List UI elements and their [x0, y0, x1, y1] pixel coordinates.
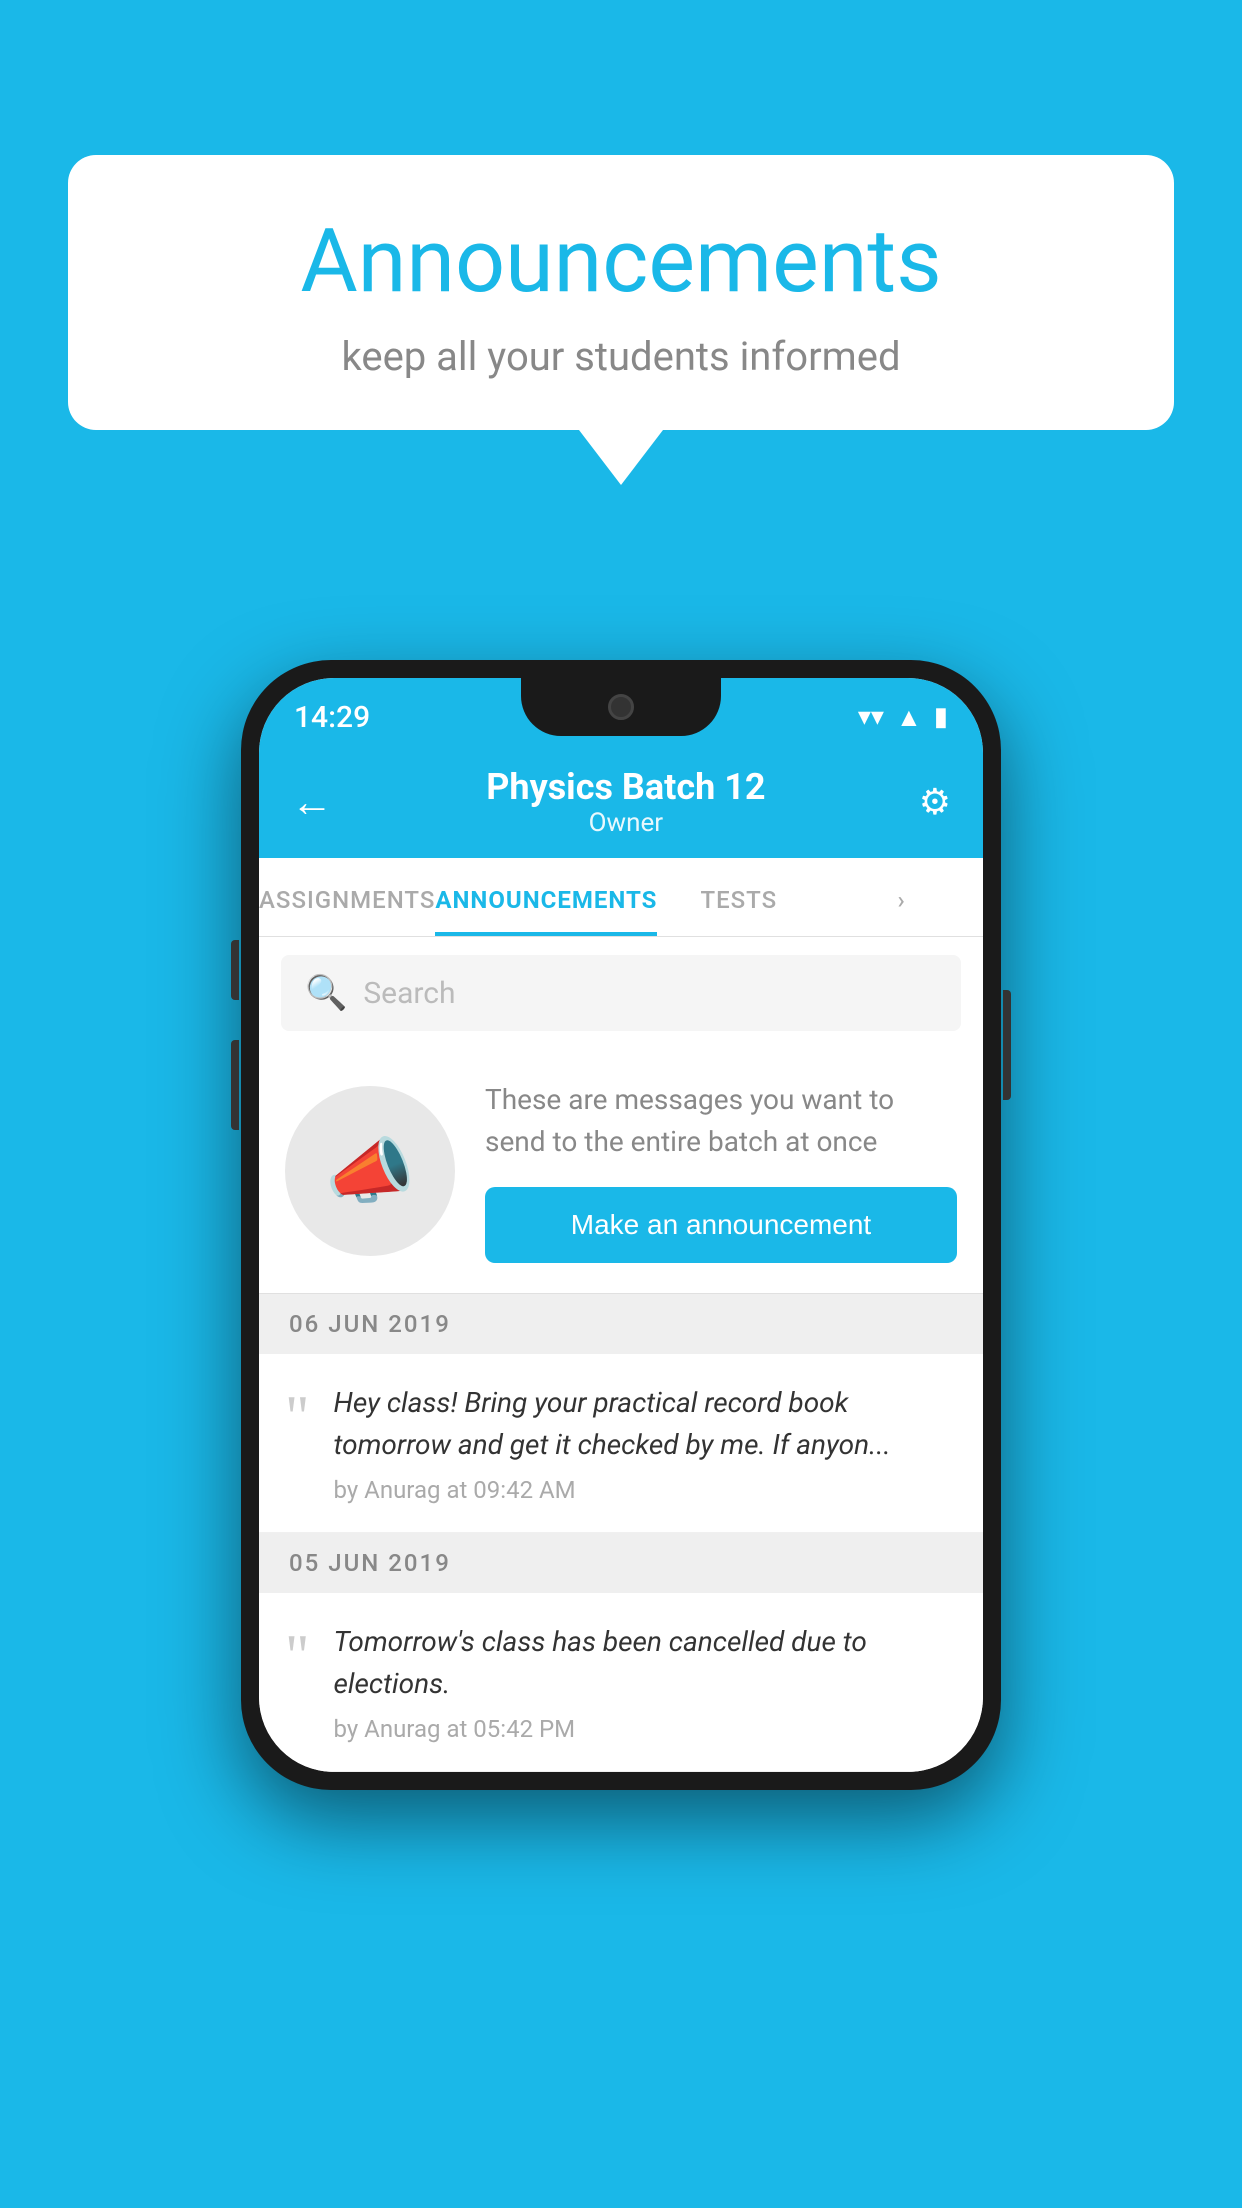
phone-mockup: 14:29 ▾▾ ▲ ▮ ← Physics Batch 12 Owner ⚙ …	[241, 660, 1001, 1790]
search-bar[interactable]: 🔍 Search	[281, 955, 961, 1031]
announcement-item-2[interactable]: " Tomorrow's class has been cancelled du…	[259, 1593, 983, 1772]
date-separator-2: 05 JUN 2019	[259, 1533, 983, 1593]
search-icon: 🔍	[305, 973, 347, 1013]
announcement-description: These are messages you want to send to t…	[485, 1079, 957, 1163]
speech-bubble-section: Announcements keep all your students inf…	[68, 155, 1174, 485]
search-placeholder: Search	[363, 976, 455, 1011]
phone-volume-up-button	[231, 940, 239, 1000]
announcement-right-panel: These are messages you want to send to t…	[485, 1079, 957, 1263]
phone-notch	[521, 678, 721, 736]
speech-bubble-title: Announcements	[128, 210, 1114, 313]
phone-outer-shell: 14:29 ▾▾ ▲ ▮ ← Physics Batch 12 Owner ⚙ …	[241, 660, 1001, 1790]
tabs-bar: ASSIGNMENTS ANNOUNCEMENTS TESTS ›	[259, 858, 983, 937]
announcement-meta-2: by Anurag at 05:42 PM	[334, 1715, 958, 1743]
batch-title: Physics Batch 12	[333, 766, 919, 808]
tab-assignments[interactable]: ASSIGNMENTS	[259, 858, 435, 936]
announcement-item-1[interactable]: " Hey class! Bring your practical record…	[259, 1354, 983, 1533]
tab-more[interactable]: ›	[820, 858, 983, 936]
announcement-intro-card: 📣 These are messages you want to send to…	[259, 1049, 983, 1294]
status-time: 14:29	[294, 700, 370, 735]
speech-bubble-subtitle: keep all your students informed	[128, 333, 1114, 380]
announcement-text-2: Tomorrow's class has been cancelled due …	[334, 1621, 958, 1705]
header-title-area: Physics Batch 12 Owner	[333, 766, 919, 838]
quote-icon-1: "	[285, 1387, 310, 1447]
announcement-content-1: Hey class! Bring your practical record b…	[334, 1382, 958, 1504]
announcement-text-1: Hey class! Bring your practical record b…	[334, 1382, 958, 1466]
speech-bubble-card: Announcements keep all your students inf…	[68, 155, 1174, 430]
phone-power-button	[1003, 990, 1011, 1100]
search-section: 🔍 Search	[259, 937, 983, 1049]
tab-tests[interactable]: TESTS	[657, 858, 820, 936]
announcement-content-2: Tomorrow's class has been cancelled due …	[334, 1621, 958, 1743]
app-header: ← Physics Batch 12 Owner ⚙	[259, 746, 983, 858]
megaphone-circle: 📣	[285, 1086, 455, 1256]
batch-role: Owner	[333, 808, 919, 838]
phone-screen: 14:29 ▾▾ ▲ ▮ ← Physics Batch 12 Owner ⚙ …	[259, 678, 983, 1772]
back-button[interactable]: ←	[291, 778, 333, 827]
make-announcement-button[interactable]: Make an announcement	[485, 1187, 957, 1263]
status-icons: ▾▾ ▲ ▮	[858, 702, 948, 733]
tab-announcements[interactable]: ANNOUNCEMENTS	[435, 858, 657, 936]
megaphone-icon: 📣	[325, 1129, 415, 1214]
quote-icon-2: "	[285, 1626, 310, 1686]
battery-icon: ▮	[934, 702, 948, 732]
announcement-meta-1: by Anurag at 09:42 AM	[334, 1476, 958, 1504]
signal-icon: ▲	[896, 702, 922, 733]
speech-bubble-arrow	[579, 430, 663, 485]
phone-camera	[608, 694, 634, 720]
phone-volume-down-button	[231, 1040, 239, 1130]
wifi-icon: ▾▾	[858, 702, 884, 732]
settings-icon[interactable]: ⚙	[919, 781, 951, 823]
date-separator-1: 06 JUN 2019	[259, 1294, 983, 1354]
